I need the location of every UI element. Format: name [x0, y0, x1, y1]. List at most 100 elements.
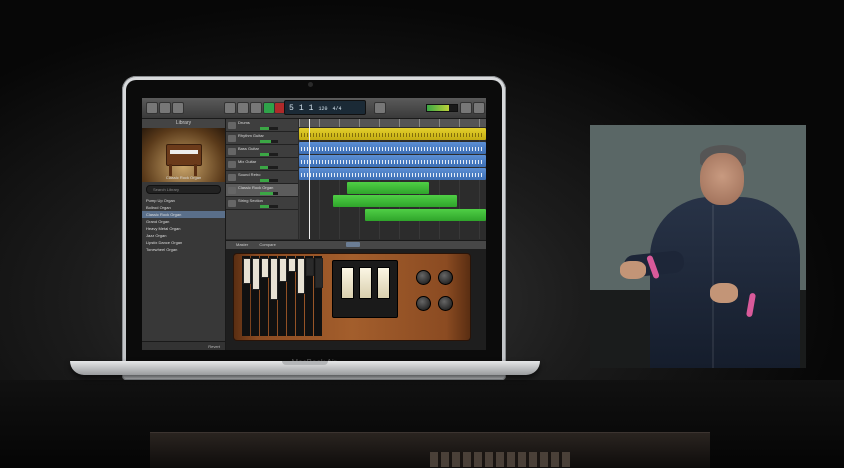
- drawbar[interactable]: [270, 258, 278, 300]
- tab-master[interactable]: Master: [236, 242, 248, 247]
- library-panel: Library Classic Rock Organ Search Librar…: [142, 119, 226, 350]
- track-header[interactable]: String Section: [226, 197, 298, 210]
- track-name: Rhythm Guitar: [238, 133, 264, 138]
- toolbar: 5 1 1 120 4/4: [142, 98, 486, 119]
- knob-drive[interactable]: [438, 296, 453, 311]
- lcd-sub: 1: [308, 104, 314, 113]
- knob-level[interactable]: [416, 296, 431, 311]
- organ-icon: [166, 144, 202, 166]
- track-header[interactable]: Sound Retro: [226, 171, 298, 184]
- track-volume-slider[interactable]: [260, 179, 278, 182]
- track-volume-slider[interactable]: [260, 140, 278, 143]
- instrument-icon: [228, 122, 236, 129]
- notepad-button[interactable]: [460, 102, 472, 114]
- drawbar[interactable]: [297, 258, 305, 294]
- region-organ[interactable]: [333, 195, 457, 207]
- library-title: Library: [142, 119, 225, 128]
- track-volume-slider[interactable]: [260, 192, 278, 195]
- editor-button[interactable]: [172, 102, 184, 114]
- library-list: Pump Up Organ Bollrod Organ Classic Rock O…: [142, 197, 225, 253]
- lcd-tempo: 120: [318, 106, 328, 112]
- lcd-time-signature: 4/4: [332, 106, 342, 112]
- track-name: Drums: [238, 120, 250, 125]
- region-mix-guitar[interactable]: [299, 168, 486, 180]
- instrument-icon: [228, 135, 236, 142]
- track-name: Sound Retro: [238, 172, 261, 177]
- track-volume-slider[interactable]: [260, 153, 278, 156]
- drawbar[interactable]: [288, 258, 296, 272]
- library-item[interactable]: Classic Rock Organ: [142, 211, 225, 218]
- track-volume-slider[interactable]: [260, 205, 278, 208]
- master-volume-slider[interactable]: [426, 104, 458, 112]
- instrument-icon: [228, 148, 236, 155]
- library-item[interactable]: Pump Up Organ: [142, 197, 225, 204]
- piano-keys: [430, 452, 570, 467]
- library-item[interactable]: Jazz Organ: [142, 232, 225, 239]
- instrument-image: Classic Rock Organ: [142, 128, 225, 182]
- instrument-caption: Classic Rock Organ: [165, 175, 202, 180]
- camera-icon: [308, 82, 313, 87]
- region-rhythm-guitar[interactable]: [299, 142, 486, 154]
- track-name: Bass Guitar: [238, 146, 259, 151]
- region-strings[interactable]: [365, 209, 486, 221]
- percussion-vibrato-box: [332, 260, 398, 318]
- track-header[interactable]: Mix Guitar: [226, 158, 298, 171]
- library-item[interactable]: Lipstix Dance Organ: [142, 239, 225, 246]
- instrument-icon: [228, 174, 236, 181]
- track-volume-slider[interactable]: [260, 166, 278, 169]
- organ-control-panel: [234, 254, 470, 340]
- lcd-bar: 5: [289, 104, 294, 113]
- library-search-input[interactable]: Search Library: [146, 185, 221, 194]
- track-name: String Section: [238, 198, 263, 203]
- region-drums[interactable]: [299, 128, 486, 140]
- knob-percussion[interactable]: [416, 270, 431, 285]
- stop-button[interactable]: [250, 102, 262, 114]
- library-item[interactable]: Tonewheel Organ: [142, 246, 225, 253]
- lcd-beat: 1: [298, 104, 304, 113]
- vibrato-tab-2[interactable]: [359, 267, 372, 299]
- track-header[interactable]: Classic Rock Organ: [226, 184, 298, 197]
- instrument-icon: [228, 187, 236, 194]
- track-name: Classic Rock Organ: [238, 185, 274, 190]
- track-headers: Drums Rhythm Guitar Bass Guitar Mix Guitar S…: [226, 119, 298, 239]
- instrument-icon: [228, 161, 236, 168]
- rewind-button[interactable]: [224, 102, 236, 114]
- playhead[interactable]: [309, 119, 310, 239]
- library-toggle-button[interactable]: [146, 102, 158, 114]
- track-name: Mix Guitar: [238, 159, 257, 164]
- drawbar[interactable]: [279, 258, 287, 282]
- knob-vibrato[interactable]: [438, 270, 453, 285]
- presenter-video: [590, 125, 806, 368]
- track-header[interactable]: Bass Guitar: [226, 145, 298, 158]
- region-sound-retro[interactable]: [347, 182, 429, 194]
- track-header[interactable]: Drums: [226, 119, 298, 132]
- track-header[interactable]: Rhythm Guitar: [226, 132, 298, 145]
- forward-button[interactable]: [237, 102, 249, 114]
- drawbar[interactable]: [261, 258, 269, 278]
- library-revert-button[interactable]: Revert: [142, 341, 225, 350]
- lcd-display[interactable]: 5 1 1 120 4/4: [284, 100, 366, 115]
- tuner-button[interactable]: [374, 102, 386, 114]
- garageband-window: 5 1 1 120 4/4 Library Classic Rock Organ Sea…: [142, 98, 486, 350]
- drawbar[interactable]: [243, 258, 251, 284]
- loops-button[interactable]: [473, 102, 485, 114]
- vibrato-tab-1[interactable]: [341, 267, 354, 299]
- tab-compare[interactable]: Compare: [259, 242, 275, 247]
- smart-controls-button[interactable]: [159, 102, 171, 114]
- region-bass-guitar[interactable]: [299, 155, 486, 167]
- editor-tab-bar: Master Compare: [226, 240, 486, 249]
- library-item[interactable]: Heavy Metal Organ: [142, 225, 225, 232]
- vibrato-tab-3[interactable]: [377, 267, 390, 299]
- library-item[interactable]: Bollrod Organ: [142, 204, 225, 211]
- track-lanes[interactable]: [299, 128, 486, 239]
- laptop-lid: 5 1 1 120 4/4 Library Classic Rock Organ Sea…: [122, 76, 506, 380]
- controls-mode-button[interactable]: [346, 242, 360, 247]
- drawbar[interactable]: [306, 258, 314, 276]
- timeline-ruler[interactable]: [299, 119, 486, 127]
- library-item[interactable]: Grand Organ: [142, 218, 225, 225]
- laptop-base: [70, 361, 540, 375]
- drawbar[interactable]: [315, 258, 323, 288]
- drawbar[interactable]: [252, 258, 260, 290]
- smart-controls-editor: [226, 249, 486, 350]
- track-volume-slider[interactable]: [260, 127, 278, 130]
